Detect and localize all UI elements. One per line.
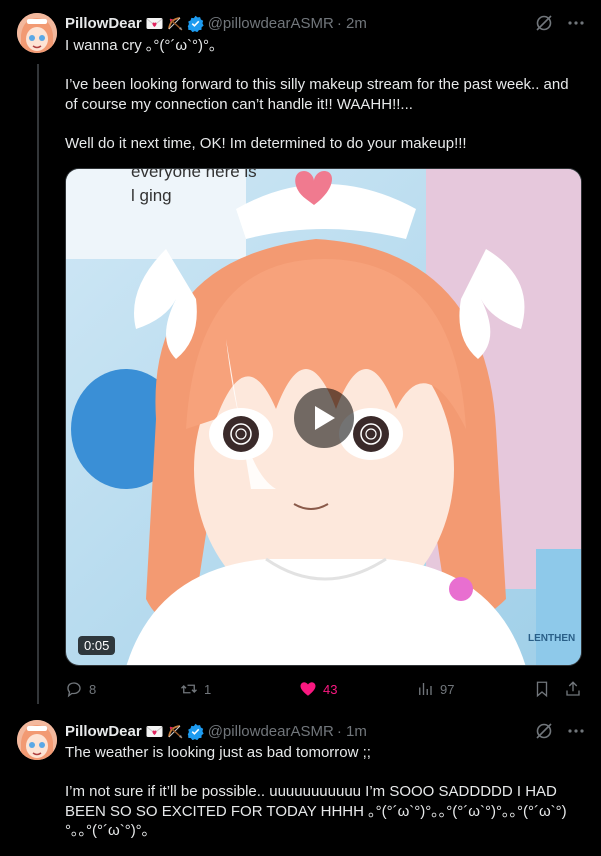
tweet-text: The weather is looking just as bad tomor… xyxy=(65,744,567,840)
video-overlay-text: l ging xyxy=(131,186,172,205)
tweet-action-bar: 8 1 43 97 xyxy=(65,680,582,700)
like-count: 43 xyxy=(323,681,338,697)
video-overlay-text: everyone here is xyxy=(131,169,257,181)
love-letter-emoji-icon xyxy=(146,16,163,31)
more-options-icon[interactable] xyxy=(567,722,585,744)
grok-icon[interactable] xyxy=(535,722,553,744)
views-chart-icon xyxy=(419,683,432,695)
heart-filled-icon xyxy=(300,682,316,696)
tweet-text: I wanna cry ｡°(°´ω`°)°｡ I’ve been lookin… xyxy=(65,37,569,152)
share-button[interactable] xyxy=(564,680,582,698)
video-watermark: LENTHEN xyxy=(528,633,575,644)
like-button[interactable]: 43 xyxy=(299,680,337,698)
grok-icon[interactable] xyxy=(535,14,553,36)
handle[interactable]: @pillowdearASMR xyxy=(208,723,334,740)
display-name[interactable]: PillowDear xyxy=(65,15,142,32)
love-letter-emoji-icon xyxy=(146,724,163,739)
handle[interactable]: @pillowdearASMR xyxy=(208,15,334,32)
repost-count: 1 xyxy=(204,681,212,697)
reply-button[interactable]: 8 xyxy=(65,680,96,698)
video-duration: 0:05 xyxy=(78,636,116,655)
repost-button[interactable]: 1 xyxy=(180,680,211,698)
views-button[interactable]: 97 xyxy=(416,680,454,698)
share-icon xyxy=(566,681,580,696)
play-button[interactable] xyxy=(294,388,354,448)
timestamp[interactable]: · 1m xyxy=(337,723,367,740)
bow-and-arrow-emoji-icon xyxy=(167,724,184,739)
video-player[interactable]: everyone here is l ging LENTHEN 0:05 xyxy=(65,168,582,666)
display-name[interactable]: PillowDear xyxy=(65,723,142,740)
reply-count: 8 xyxy=(89,681,97,697)
reply-icon xyxy=(67,682,81,698)
timestamp[interactable]: · 2m xyxy=(337,15,367,32)
avatar[interactable] xyxy=(17,720,57,760)
play-icon xyxy=(315,406,335,430)
bookmark-button[interactable] xyxy=(533,680,551,698)
view-count: 97 xyxy=(440,681,455,697)
repost-icon xyxy=(181,684,197,694)
verified-badge-icon[interactable] xyxy=(187,723,204,740)
verified-badge-icon[interactable] xyxy=(187,15,204,32)
more-options-icon[interactable] xyxy=(567,14,585,36)
thread-connector-line xyxy=(37,64,39,704)
bookmark-icon xyxy=(536,681,548,698)
bow-and-arrow-emoji-icon xyxy=(167,16,184,31)
avatar[interactable] xyxy=(17,13,57,53)
